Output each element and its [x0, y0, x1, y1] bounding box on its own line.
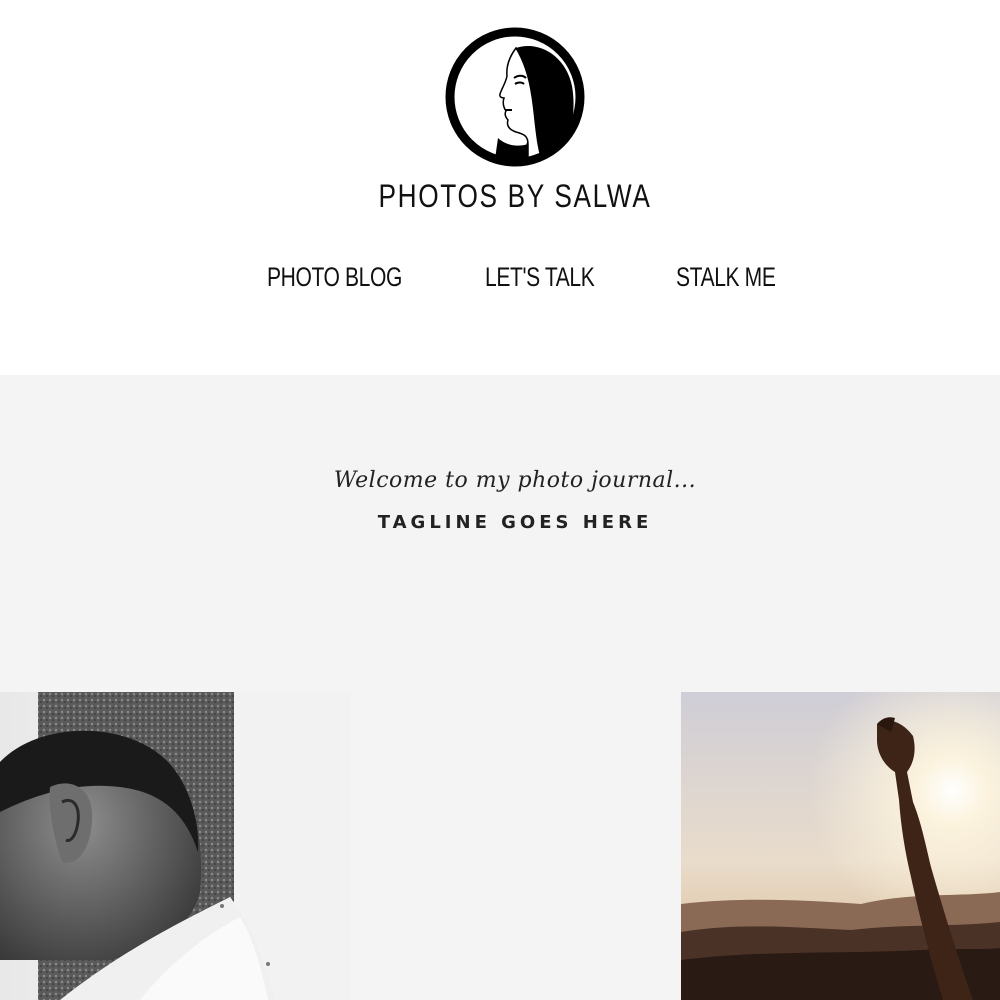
- site-header: PHOTOS BY SALWA PHOTO BLOG LET'S TALK ST…: [0, 0, 1000, 375]
- nav-item-lets-talk[interactable]: LET'S TALK: [485, 262, 595, 293]
- gallery-photo-man-portrait[interactable]: [0, 692, 351, 1000]
- logo-icon[interactable]: [444, 26, 586, 168]
- site-title[interactable]: PHOTOS BY SALWA: [93, 178, 938, 215]
- gallery-photo-sunset-arm[interactable]: [681, 692, 1000, 1000]
- welcome-text: Welcome to my photo journal...: [333, 468, 697, 493]
- nav-item-stalk-me[interactable]: STALK ME: [676, 262, 776, 293]
- tagline: TAGLINE GOES HERE: [377, 512, 653, 533]
- nav-item-photo-blog[interactable]: PHOTO BLOG: [267, 262, 402, 293]
